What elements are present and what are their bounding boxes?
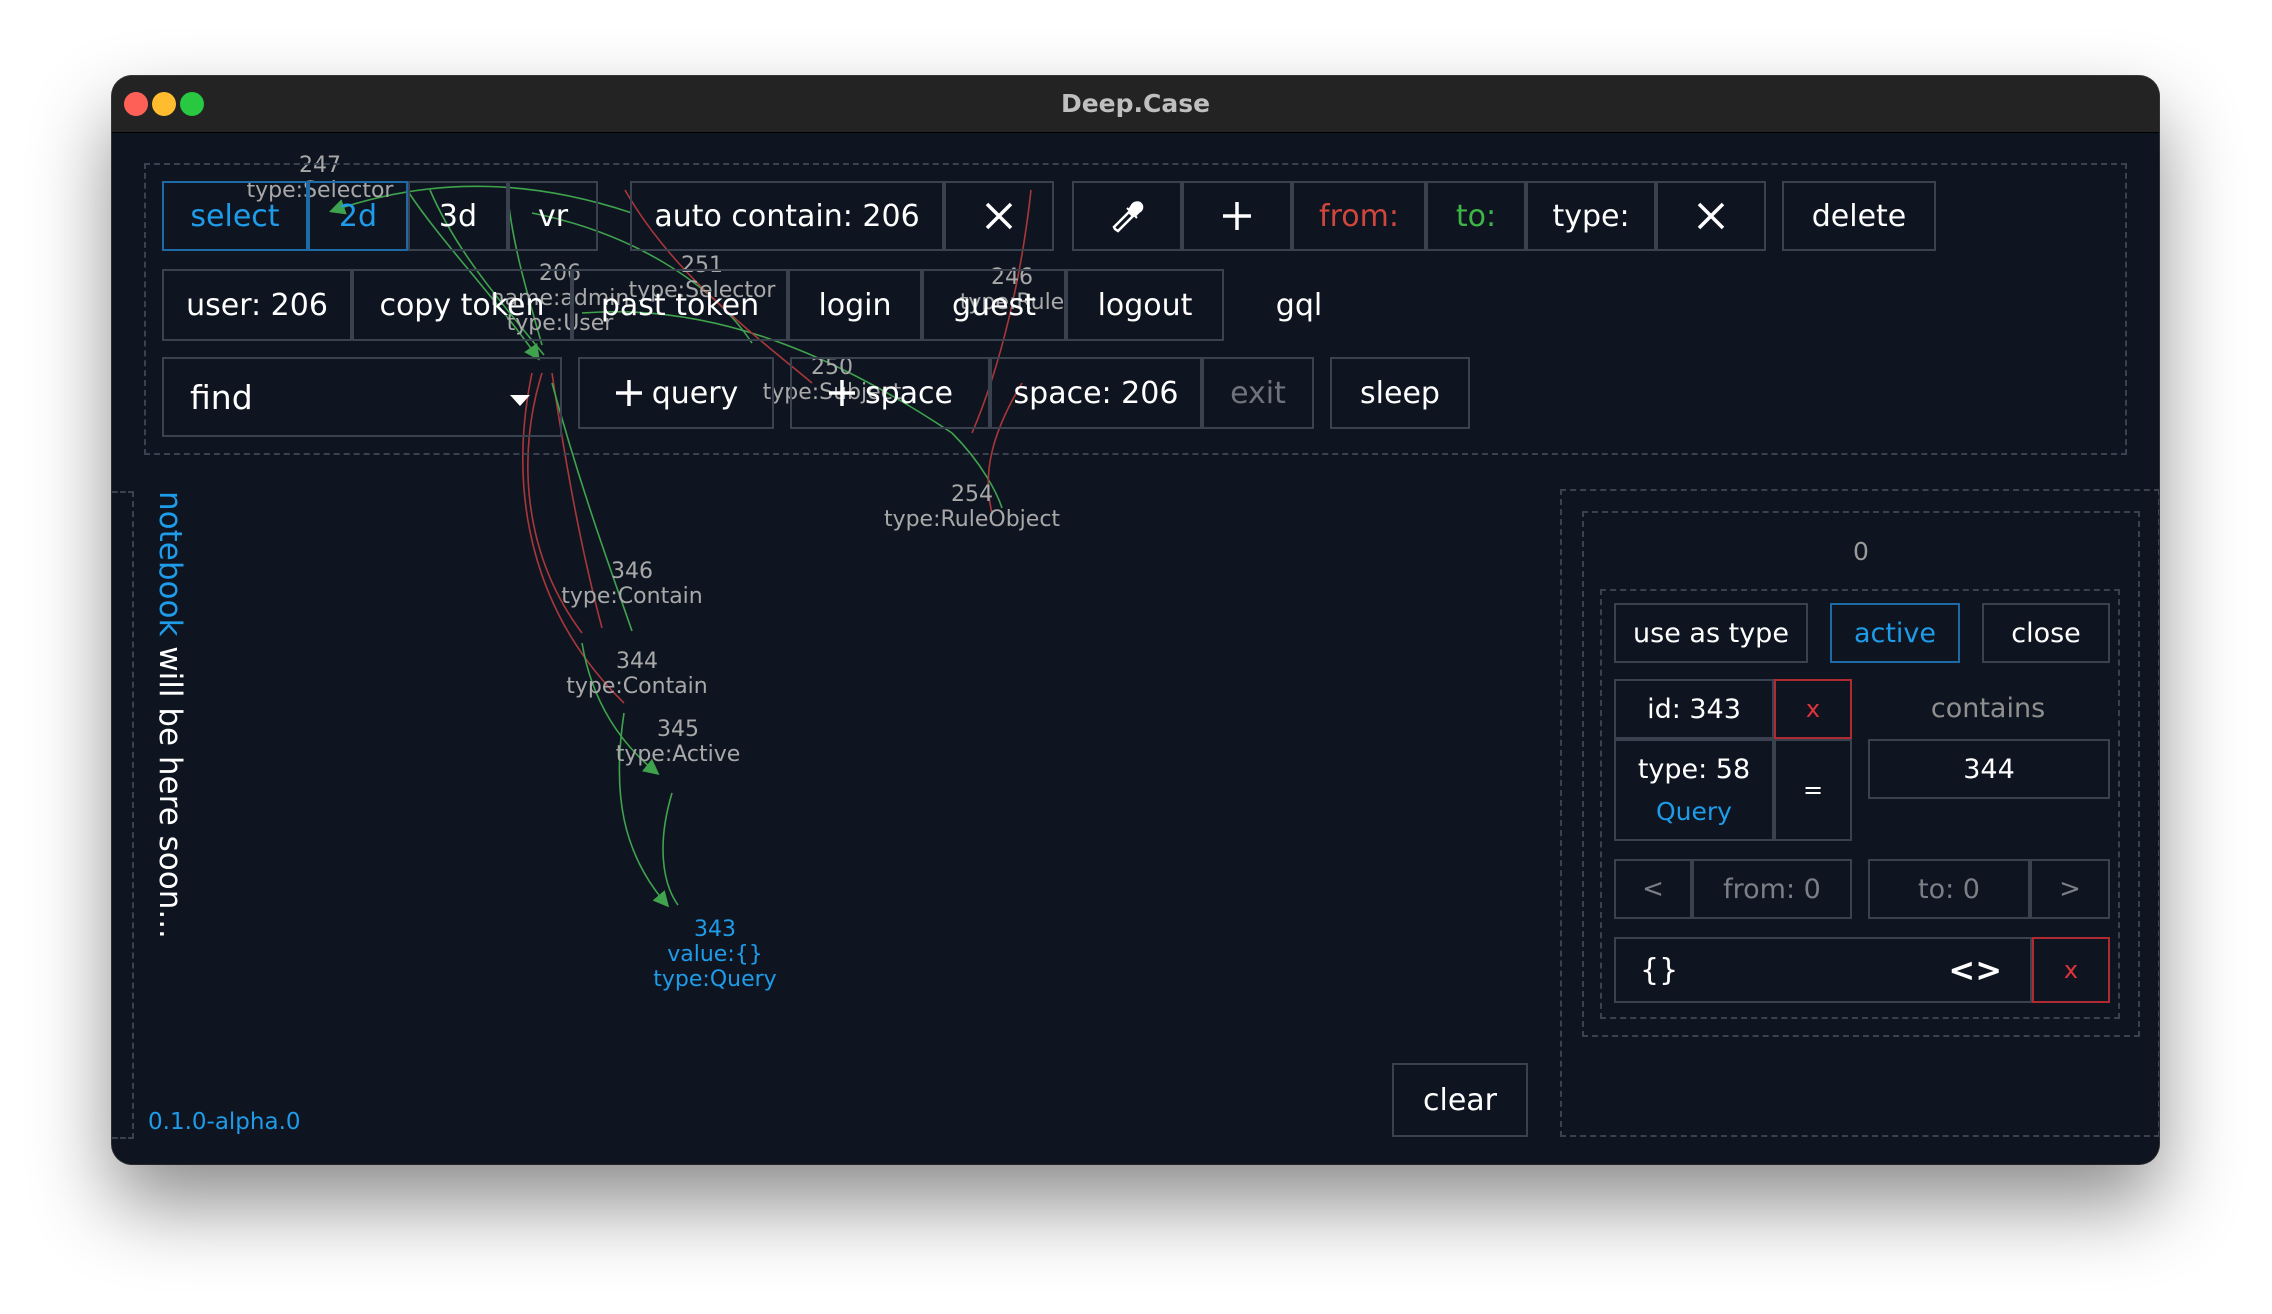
node-value: value:{} (667, 942, 763, 967)
user-button[interactable]: user: 206 (162, 269, 352, 341)
sleep-button[interactable]: sleep (1330, 357, 1470, 429)
select-button[interactable]: select (162, 181, 308, 251)
from-field[interactable]: from: (1292, 181, 1426, 251)
version-label: 0.1.0-alpha.0 (148, 1109, 301, 1135)
type-display[interactable]: type: 58 Query (1614, 739, 1774, 841)
main-canvas[interactable]: 247 type:Selector 206 name:admin type:Us… (112, 133, 2159, 1164)
active-button[interactable]: active (1830, 603, 1960, 663)
type-field[interactable]: type: (1526, 181, 1656, 251)
type-name-link[interactable]: Query (1656, 797, 1732, 826)
node-type: type:Query (653, 967, 777, 992)
add-query-button[interactable]: query (578, 357, 774, 429)
remove-link-button[interactable]: x (1774, 679, 1852, 739)
logout-button[interactable]: logout (1066, 269, 1224, 341)
auto-contain-button[interactable]: auto contain: 206 (630, 181, 944, 251)
graph-node-346[interactable]: 346 type:Contain (532, 559, 732, 609)
find-select[interactable]: find (162, 357, 562, 437)
add-query-label: query (651, 375, 739, 411)
to-field[interactable]: to: (1426, 181, 1526, 251)
chevron-down-icon (510, 395, 530, 406)
value-text: {} (1640, 952, 1679, 988)
guest-button[interactable]: guest (922, 269, 1066, 341)
node-type: type:Contain (566, 674, 708, 699)
clear-button[interactable]: clear (1392, 1063, 1528, 1137)
plus-icon (828, 380, 855, 406)
notebook-message: notebook will be here soon... (152, 491, 188, 939)
notebook-sidebar[interactable] (112, 491, 134, 1139)
auto-contain-clear-button[interactable] (944, 181, 1054, 251)
app-window: Deep.Case 247 type:Selector 206 name:adm… (112, 76, 2159, 1164)
eyedropper-icon (1112, 201, 1144, 233)
node-type: type:RuleObject (883, 507, 1061, 532)
equals-button[interactable]: = (1774, 739, 1852, 841)
graph-node-345[interactable]: 345 type:Active (578, 717, 778, 767)
gql-button[interactable]: gql (1244, 269, 1354, 341)
graph-node-343[interactable]: 343 value:{} type:Query (615, 917, 815, 992)
prev-button[interactable]: < (1614, 859, 1692, 919)
next-button[interactable]: > (2030, 859, 2110, 919)
node-id: 344 (616, 649, 658, 674)
use-as-type-button[interactable]: use as type (1614, 603, 1808, 663)
from-value[interactable]: from: 0 (1692, 859, 1852, 919)
add-space-label: space (864, 375, 953, 411)
notebook-message-rest: will be here soon... (152, 636, 188, 939)
to-value[interactable]: to: 0 (1868, 859, 2030, 919)
id-field[interactable]: id: 343 (1614, 679, 1774, 739)
contains-item[interactable]: 344 (1868, 739, 2110, 799)
plus-icon (1223, 202, 1251, 230)
plus-icon (615, 380, 642, 406)
graph-edge (662, 792, 679, 906)
title-bar: Deep.Case (112, 76, 2159, 133)
space-button[interactable]: space: 206 (990, 357, 1202, 429)
add-link-button[interactable] (1182, 181, 1292, 251)
close-icon (985, 202, 1013, 230)
node-id: 345 (657, 717, 699, 742)
close-icon (1697, 202, 1725, 230)
vr-button[interactable]: vr (508, 181, 598, 251)
remove-value-button[interactable]: x (2032, 937, 2110, 1003)
code-toggle-icon[interactable]: <> (1948, 951, 2002, 989)
past-token-button[interactable]: past token (572, 269, 788, 341)
node-id: 343 (694, 917, 736, 942)
node-type: type:Active (615, 742, 741, 767)
window-title: Deep.Case (1060, 89, 1211, 118)
notebook-word: notebook (152, 491, 188, 637)
exit-button[interactable]: exit (1202, 357, 1314, 429)
notebook-placeholder: notebook will be here soon... (148, 491, 208, 1011)
node-id: 254 (951, 482, 993, 507)
clear-link-button[interactable] (1656, 181, 1766, 251)
close-panel-button[interactable]: close (1982, 603, 2110, 663)
delete-button[interactable]: delete (1782, 181, 1936, 251)
node-id: 346 (611, 559, 653, 584)
mode-3d-button[interactable]: 3d (408, 181, 508, 251)
copy-token-button[interactable]: copy token (352, 269, 572, 341)
contains-label: contains (1930, 693, 2046, 724)
find-select-value: find (190, 377, 253, 417)
login-button[interactable]: login (788, 269, 922, 341)
graph-node-254[interactable]: 254 type:RuleObject (852, 482, 1092, 532)
value-editor[interactable]: {} <> (1614, 937, 2032, 1003)
editor-header: 0 (1853, 537, 1869, 566)
picker-button[interactable] (1072, 181, 1182, 251)
mode-2d-button[interactable]: 2d (308, 181, 408, 251)
graph-node-344[interactable]: 344 type:Contain (537, 649, 737, 699)
node-type: type:Contain (561, 584, 703, 609)
add-space-button[interactable]: space (790, 357, 990, 429)
type-id: type: 58 (1637, 754, 1751, 785)
